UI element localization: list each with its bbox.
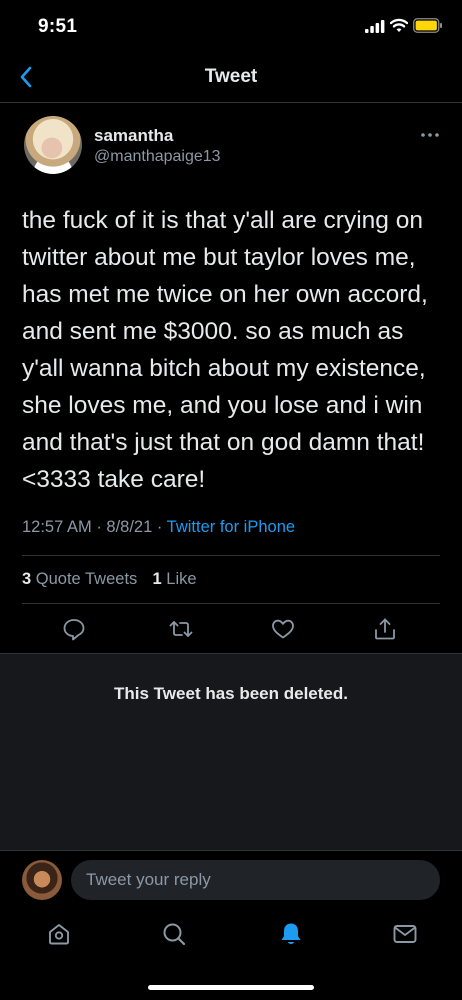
tweet-text: the fuck of it is that y'all are crying … (22, 207, 428, 493)
notifications-icon[interactable] (277, 920, 305, 948)
author-display-name[interactable]: samantha (94, 126, 173, 146)
quote-tweets-stat[interactable]: 3 Quote Tweets (22, 570, 137, 588)
user-avatar[interactable] (22, 860, 62, 900)
divider (22, 555, 440, 556)
signal-icon (365, 20, 385, 33)
meta-separator: · (96, 518, 107, 536)
deleted-quote-panel: This Tweet has been deleted. (0, 653, 462, 850)
tweet-time: 12:57 AM (22, 518, 92, 536)
retweet-icon[interactable] (168, 616, 194, 642)
battery-icon (413, 18, 442, 33)
tweet-date: 8/8/21 (106, 518, 153, 536)
messages-icon[interactable] (391, 920, 419, 948)
page-title: Tweet (204, 66, 258, 87)
search-icon[interactable] (160, 920, 188, 948)
share-icon[interactable] (372, 616, 398, 642)
reply-bar: Tweet your reply (0, 850, 462, 908)
home-icon[interactable] (45, 920, 73, 948)
divider (22, 603, 440, 604)
like-icon[interactable] (270, 616, 296, 642)
quote-label: Quote Tweets (35, 570, 138, 588)
reply-icon[interactable] (61, 616, 87, 642)
reply-input[interactable]: Tweet your reply (71, 860, 440, 900)
tweet-detail-screen: 9:51 Tweet samantha @manthapaige13 the f… (0, 0, 462, 1000)
status-bar: 9:51 (0, 0, 462, 52)
author-handle[interactable]: @manthapaige13 (94, 148, 221, 166)
deleted-tweet-message: This Tweet has been deleted. (114, 684, 348, 703)
meta-separator: · (156, 518, 167, 536)
quote-count: 3 (22, 570, 32, 588)
wifi-icon (390, 18, 408, 32)
like-label: Like (166, 570, 197, 588)
tweet-meta: 12:57 AM · 8/8/21 · Twitter for iPhone (22, 518, 295, 537)
author-avatar[interactable] (24, 116, 82, 174)
status-time: 9:51 (38, 16, 78, 37)
tweet-source-link[interactable]: Twitter for iPhone (167, 518, 295, 536)
home-indicator[interactable] (148, 985, 314, 990)
like-count: 1 (152, 570, 162, 588)
more-options-icon[interactable] (418, 126, 442, 144)
nav-header: Tweet (0, 52, 462, 103)
likes-stat[interactable]: 1 Like (152, 570, 196, 588)
tweet-stats: 3 Quote Tweets 1 Like (22, 570, 197, 589)
